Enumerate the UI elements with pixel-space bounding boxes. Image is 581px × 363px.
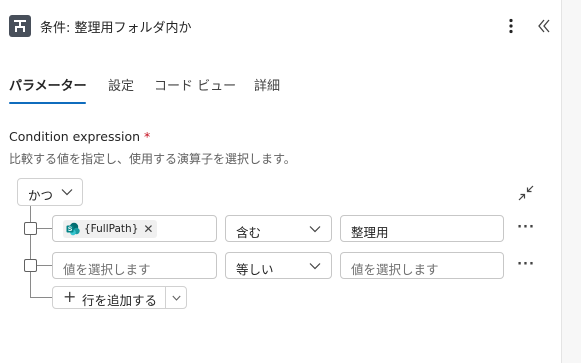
active-tab-indicator	[9, 102, 86, 104]
chevron-down-icon	[309, 263, 321, 270]
token-label: {FullPath}	[84, 223, 139, 235]
group-connector-line	[30, 206, 31, 297]
group-operator-dropdown[interactable]: かつ	[17, 178, 83, 206]
chevron-down-icon	[172, 295, 181, 301]
add-row-split-button: + 行を追加する	[52, 286, 187, 309]
tab-settings[interactable]: 設定	[108, 75, 134, 94]
chevron-down-icon	[61, 189, 73, 196]
side-scroll-area[interactable]	[561, 0, 581, 363]
remove-token-icon[interactable]: ✕	[143, 222, 153, 236]
condition-action-icon	[9, 15, 31, 37]
add-row-label: 行を追加する	[82, 293, 158, 308]
row-select-checkbox[interactable]	[24, 259, 37, 272]
left-value-placeholder: 値を選択します	[63, 262, 151, 277]
action-details-panel: 条件: 整理用フォルダ内か パラメーター 設定 コード ビュー 詳細 Condi…	[0, 0, 561, 363]
operator-value: 含む	[236, 225, 262, 240]
required-marker: *	[144, 129, 151, 144]
more-vertical-icon[interactable]	[500, 15, 522, 37]
row-more-icon[interactable]: ···	[517, 221, 535, 235]
svg-text:S: S	[68, 226, 73, 233]
right-value-placeholder: 値を選択します	[351, 262, 439, 277]
condition-expression-label: Condition expression *	[9, 129, 150, 144]
chevron-double-left-icon[interactable]	[533, 15, 555, 37]
row-select-checkbox[interactable]	[24, 222, 37, 235]
operator-dropdown[interactable]: 等しい	[225, 252, 332, 279]
tab-parameters[interactable]: パラメーター	[9, 75, 87, 94]
right-value-input[interactable]: 整理用	[340, 215, 504, 242]
sharepoint-icon: S	[66, 222, 80, 236]
group-operator-label: かつ	[28, 188, 54, 203]
add-row-button[interactable]: + 行を追加する	[53, 287, 165, 309]
tab-code-view[interactable]: コード ビュー	[154, 75, 236, 94]
right-value-input[interactable]: 値を選択します	[340, 252, 504, 279]
operator-value: 等しい	[236, 262, 274, 277]
add-row-connector-line	[30, 297, 52, 298]
add-row-menu-button[interactable]	[166, 287, 186, 308]
left-value-input[interactable]: S {FullPath} ✕	[52, 215, 217, 242]
operator-dropdown[interactable]: 含む	[225, 215, 332, 242]
condition-expression-text: Condition expression	[9, 129, 141, 144]
collapse-arrows-icon[interactable]	[517, 184, 535, 202]
action-title[interactable]: 条件: 整理用フォルダ内か	[40, 17, 192, 36]
chevron-down-icon	[309, 226, 321, 233]
add-icon: +	[63, 287, 77, 306]
dynamic-content-token[interactable]: S {FullPath} ✕	[63, 220, 158, 238]
tab-details[interactable]: 詳細	[254, 75, 280, 94]
right-value-text: 整理用	[351, 225, 389, 240]
left-value-input[interactable]: 値を選択します	[52, 252, 217, 279]
row-more-icon[interactable]: ···	[517, 258, 535, 272]
condition-description: 比較する値を指定し、使用する演算子を選択します。	[9, 152, 296, 166]
